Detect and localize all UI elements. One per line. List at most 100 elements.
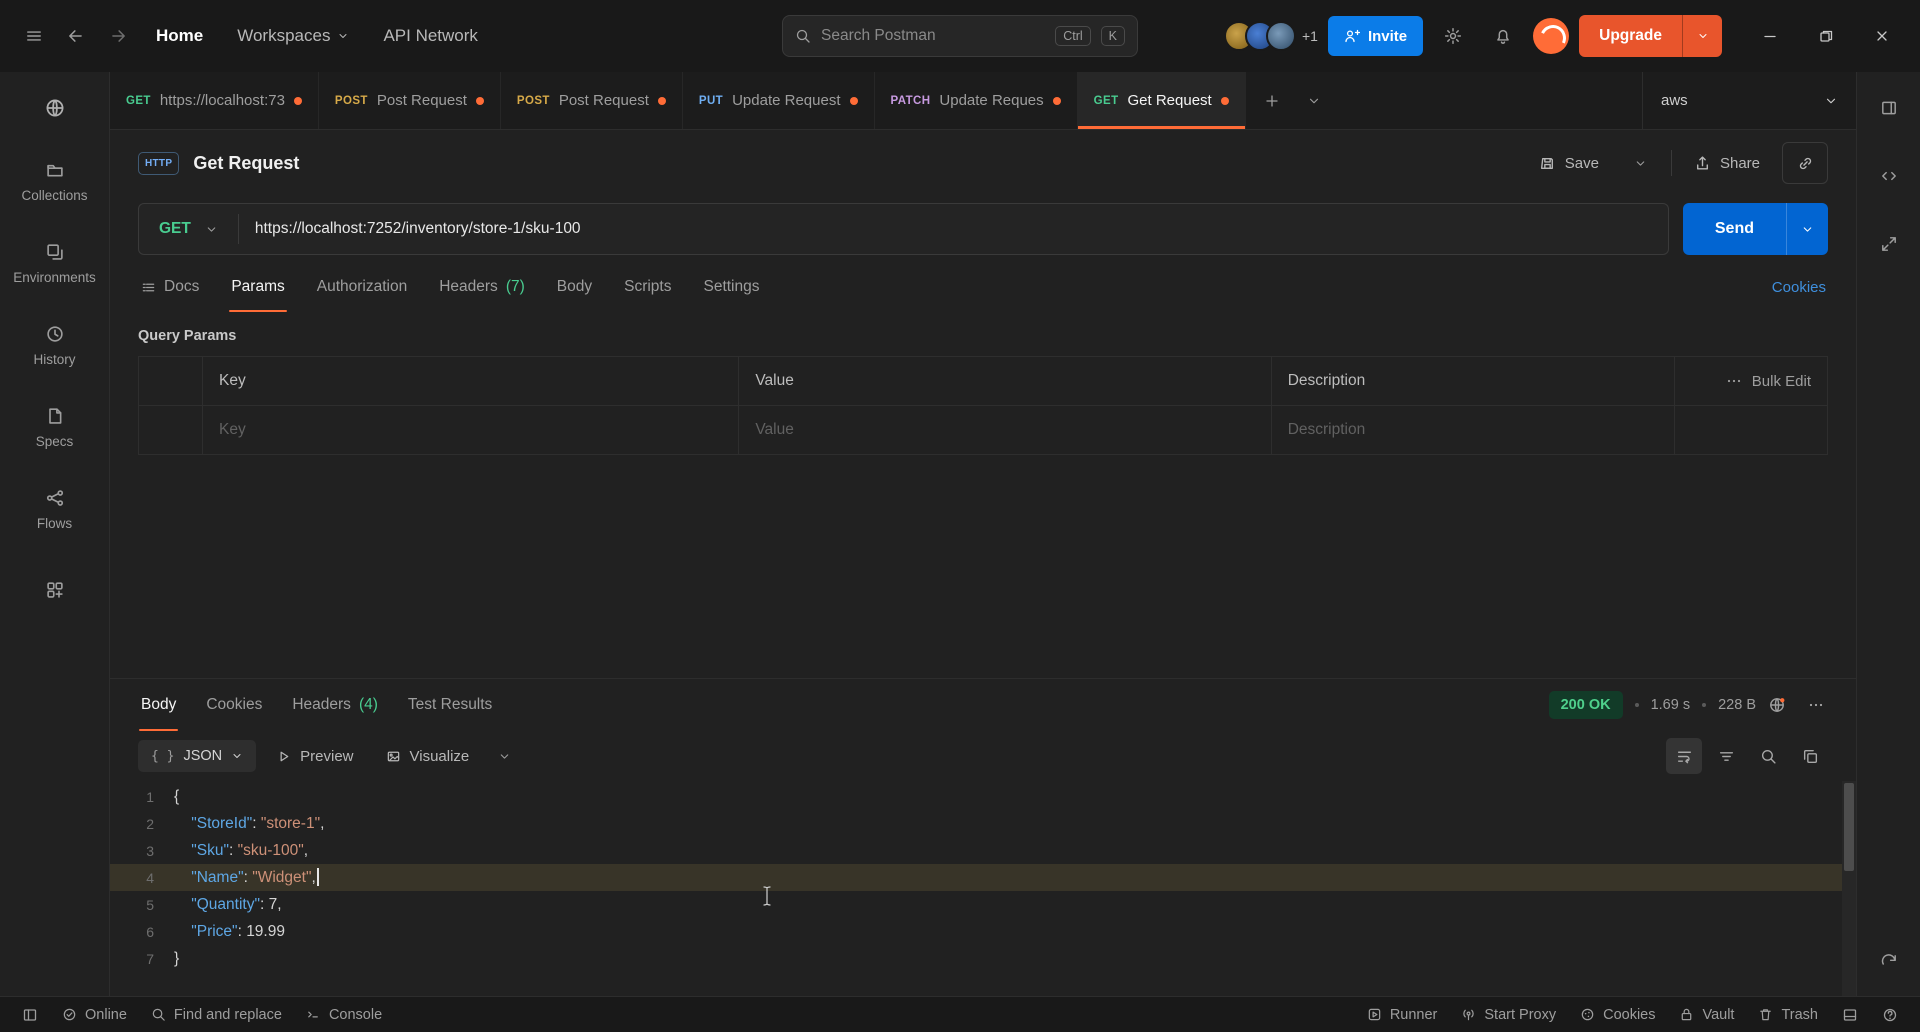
format-dropdown-button[interactable]: [489, 741, 519, 771]
close-button[interactable]: [1854, 12, 1910, 60]
copy-link-button[interactable]: [1782, 142, 1828, 184]
filter-button[interactable]: [1708, 738, 1744, 774]
row-select-cell[interactable]: [139, 406, 203, 454]
tab-params[interactable]: Params: [216, 262, 299, 312]
send-dropdown-button[interactable]: [1786, 203, 1828, 255]
code-snippet-button[interactable]: [1869, 156, 1909, 196]
agent-globe-icon[interactable]: [1768, 696, 1786, 714]
scrollbar-thumb[interactable]: [1844, 783, 1854, 871]
nav-home[interactable]: Home: [140, 16, 219, 56]
upgrade-button[interactable]: Upgrade: [1579, 15, 1682, 57]
code-line[interactable]: 3 "Sku": "sku-100",: [110, 837, 1856, 864]
team-avatars[interactable]: +1: [1224, 21, 1318, 51]
save-button[interactable]: Save: [1527, 146, 1611, 181]
sidebar-item-flows[interactable]: Flows: [0, 468, 109, 550]
request-tab[interactable]: PUT Update Request: [683, 72, 875, 129]
key-input[interactable]: [219, 421, 722, 439]
share-button[interactable]: Share: [1682, 146, 1772, 181]
nav-api-network[interactable]: API Network: [367, 16, 493, 56]
description-input[interactable]: [1288, 421, 1658, 439]
sidebar-item-specs[interactable]: Specs: [0, 386, 109, 468]
tab-docs[interactable]: Docs: [126, 262, 214, 312]
key-cell[interactable]: [203, 406, 739, 454]
format-selector[interactable]: { } JSON: [138, 740, 256, 772]
value-cell[interactable]: [739, 406, 1271, 454]
save-dropdown-button[interactable]: [1621, 143, 1661, 183]
request-tab[interactable]: GET https://localhost:73: [110, 72, 319, 129]
environment-selector[interactable]: aws: [1642, 72, 1856, 129]
tab-authorization[interactable]: Authorization: [302, 262, 422, 312]
editor-scrollbar[interactable]: [1842, 781, 1856, 996]
sidebar-item-environments[interactable]: Environments: [0, 222, 109, 304]
upgrade-dropdown-button[interactable]: [1682, 15, 1722, 57]
code-line[interactable]: 5 "Quantity": 7,: [110, 891, 1856, 918]
request-tab[interactable]: POST Post Request: [501, 72, 683, 129]
tab-settings[interactable]: Settings: [688, 262, 774, 312]
status-badge[interactable]: 200 OK: [1549, 691, 1623, 719]
request-tab-active[interactable]: GET Get Request: [1078, 72, 1246, 129]
more-modules-button[interactable]: [33, 568, 77, 612]
back-button[interactable]: [56, 16, 96, 56]
tab-list-button[interactable]: [1294, 81, 1334, 121]
search-response-button[interactable]: [1750, 738, 1786, 774]
tab-body[interactable]: Body: [542, 262, 607, 312]
code-line[interactable]: 1{: [110, 783, 1856, 810]
forward-button[interactable]: [98, 16, 138, 56]
bottom-panel-button[interactable]: [1830, 1007, 1870, 1023]
response-tab-cookies[interactable]: Cookies: [191, 679, 277, 731]
search-input[interactable]: [821, 27, 1045, 45]
settings-button[interactable]: [1433, 16, 1473, 56]
help-button[interactable]: [1870, 1007, 1910, 1023]
runner-button[interactable]: Runner: [1355, 1007, 1450, 1023]
request-tab[interactable]: POST Post Request: [319, 72, 501, 129]
trash-button[interactable]: Trash: [1746, 1007, 1830, 1023]
method-selector[interactable]: GET: [139, 220, 238, 238]
notifications-button[interactable]: [1483, 16, 1523, 56]
invite-button[interactable]: Invite: [1328, 16, 1423, 56]
cookies-button[interactable]: Cookies: [1568, 1007, 1667, 1023]
vault-button[interactable]: Vault: [1667, 1007, 1746, 1023]
expand-panel-button[interactable]: [1869, 224, 1909, 264]
console-button[interactable]: Console: [294, 997, 394, 1032]
global-search[interactable]: Ctrl K: [782, 15, 1138, 57]
code-line[interactable]: 6 "Price": 19.99: [110, 918, 1856, 945]
profile-avatar[interactable]: [1533, 18, 1569, 54]
capture-requests-button[interactable]: [1869, 942, 1909, 982]
code-line[interactable]: 4 "Name": "Widget",: [110, 864, 1856, 891]
toggle-sidebar-button[interactable]: [10, 997, 50, 1032]
tab-scripts[interactable]: Scripts: [609, 262, 686, 312]
online-status[interactable]: Online: [50, 997, 139, 1032]
minimize-button[interactable]: [1742, 12, 1798, 60]
wrap-text-button[interactable]: [1666, 738, 1702, 774]
code-line[interactable]: 7}: [110, 945, 1856, 972]
response-tab-headers[interactable]: Headers (4): [277, 679, 393, 731]
main-menu-button[interactable]: [14, 16, 54, 56]
response-more-button[interactable]: [1798, 687, 1834, 723]
response-time[interactable]: 1.69 s: [1651, 697, 1691, 713]
request-tab[interactable]: PATCH Update Reques: [875, 72, 1078, 129]
response-tab-test-results[interactable]: Test Results: [393, 679, 507, 731]
cookies-link[interactable]: Cookies: [1772, 279, 1840, 296]
sidebar-item-collections[interactable]: Collections: [0, 140, 109, 222]
workspace-overview-button[interactable]: [33, 86, 77, 130]
sidebar-item-history[interactable]: History: [0, 304, 109, 386]
preview-button[interactable]: Preview: [264, 739, 365, 774]
response-size[interactable]: 228 B: [1718, 697, 1756, 713]
tab-headers[interactable]: Headers (7): [424, 262, 540, 312]
url-input[interactable]: [239, 220, 1668, 238]
send-button[interactable]: Send: [1683, 203, 1786, 255]
visualize-button[interactable]: Visualize: [374, 739, 482, 774]
value-input[interactable]: [755, 421, 1254, 439]
nav-workspaces[interactable]: Workspaces: [221, 16, 365, 56]
response-tab-body[interactable]: Body: [126, 679, 191, 731]
response-body-editor[interactable]: 1{2 "StoreId": "store-1",3 "Sku": "sku-1…: [110, 781, 1856, 996]
copy-response-button[interactable]: [1792, 738, 1828, 774]
bulk-edit-button[interactable]: Bulk Edit: [1752, 373, 1811, 390]
restore-button[interactable]: [1798, 12, 1854, 60]
start-proxy-button[interactable]: Start Proxy: [1449, 1007, 1568, 1023]
environment-quick-look-button[interactable]: [1869, 88, 1909, 128]
code-line[interactable]: 2 "StoreId": "store-1",: [110, 810, 1856, 837]
find-and-replace-button[interactable]: Find and replace: [139, 997, 294, 1032]
description-cell[interactable]: [1272, 406, 1675, 454]
new-tab-button[interactable]: [1252, 81, 1292, 121]
